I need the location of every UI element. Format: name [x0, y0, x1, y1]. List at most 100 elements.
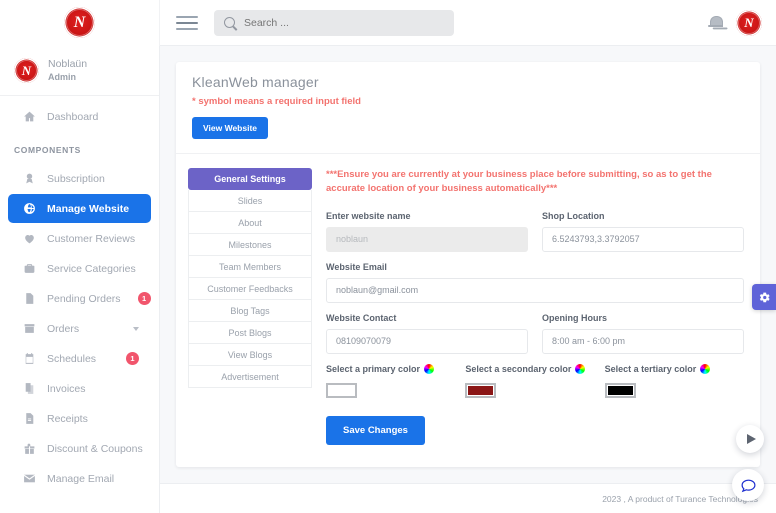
gear-icon: [759, 292, 770, 302]
sidebar-item-label: Invoices: [47, 382, 86, 395]
sidebar-item-pending-orders[interactable]: Pending Orders 1: [8, 284, 151, 313]
manager-card: KleanWeb manager * symbol means a requir…: [176, 62, 760, 467]
color-wheel-icon: [575, 363, 586, 374]
profile-role: Admin: [48, 72, 76, 83]
sidebar-item-customer-reviews[interactable]: Customer Reviews: [8, 224, 151, 253]
website-contact-input[interactable]: [326, 328, 528, 354]
copy-icon: [22, 382, 36, 396]
sidebar-item-orders[interactable]: Orders: [8, 314, 151, 343]
opening-hours-input[interactable]: [542, 328, 744, 354]
briefcase-icon: [22, 262, 36, 276]
play-button[interactable]: [736, 425, 764, 453]
secondary-color-fill: [468, 385, 494, 395]
field-tertiary-color: Select a tertiary color: [604, 363, 744, 398]
secondary-color-label: Select a secondary color: [465, 363, 572, 374]
sidebar-item-manage-email[interactable]: Manage Email: [8, 464, 151, 493]
gift-icon: [22, 442, 36, 456]
save-changes-button[interactable]: Save Changes: [326, 415, 425, 445]
tab-slides[interactable]: Slides: [188, 190, 312, 212]
profile-avatar-icon: N: [14, 58, 39, 84]
box-icon: [22, 322, 36, 336]
location-warning: ***Ensure you are currently at your busi…: [326, 169, 712, 195]
field-opening-hours: Opening Hours: [542, 313, 744, 354]
brand-logo[interactable]: N: [0, 0, 160, 46]
sidebar-item-label: Customer Reviews: [47, 232, 136, 245]
avatar-letter: N: [744, 15, 754, 30]
primary-color-label: Select a primary color: [326, 363, 421, 374]
field-label: Website Email: [326, 261, 387, 272]
tab-team-members[interactable]: Team Members: [188, 256, 312, 278]
top-bar-actions: N: [708, 9, 776, 36]
content-scroll: KleanWeb manager * symbol means a requir…: [160, 46, 776, 483]
sidebar-item-subscription[interactable]: Subscription: [8, 164, 151, 193]
settings-tab-list: General Settings Slides About Milestones…: [188, 166, 312, 445]
secondary-color-swatch[interactable]: [465, 382, 497, 398]
sidebar-item-invoices[interactable]: Invoices: [8, 374, 151, 403]
field-website-contact: Website Contact: [326, 313, 528, 354]
sidebar-section-label: COMPONENTS: [14, 145, 81, 156]
receipt-icon: [22, 412, 36, 426]
sidebar-item-manage-website[interactable]: Manage Website: [8, 194, 151, 224]
tab-view-blogs[interactable]: View Blogs: [188, 344, 312, 366]
sidebar-item-label: Subscription: [47, 172, 105, 185]
field-label: Select a primary color: [326, 363, 465, 374]
top-bar: N N: [0, 0, 776, 46]
color-pickers: Select a primary color Select a secondar…: [326, 363, 744, 398]
search-input[interactable]: [244, 16, 444, 29]
search-box[interactable]: [214, 9, 454, 36]
profile-text: Noblaün Admin: [48, 57, 87, 84]
envelope-icon: [22, 472, 36, 486]
sidebar-profile[interactable]: N Noblaün Admin: [0, 46, 159, 95]
avatar-logo-icon: N: [736, 9, 762, 36]
tab-blog-tags[interactable]: Blog Tags: [188, 300, 312, 322]
tab-customer-feedbacks[interactable]: Customer Feedbacks: [188, 278, 312, 300]
settings-toggle-button[interactable]: [752, 284, 776, 310]
sidebar-item-receipts[interactable]: Receipts: [8, 404, 151, 433]
avatar[interactable]: N: [736, 9, 762, 36]
view-website-button[interactable]: View Website: [192, 117, 269, 139]
page-title: KleanWeb manager: [192, 74, 319, 90]
chevron-down-icon: [133, 326, 139, 331]
bell-icon[interactable]: [708, 15, 723, 30]
sidebar-item-label: Manage Email: [47, 472, 115, 485]
tab-milestones[interactable]: Milestones: [188, 234, 312, 256]
tab-general-settings[interactable]: General Settings: [188, 168, 312, 190]
field-shop-location: Shop Location: [542, 211, 744, 252]
sidebar-item-service-categories[interactable]: Service Categories: [8, 254, 151, 283]
primary-color-swatch[interactable]: [326, 382, 357, 398]
sidebar-item-dashboard[interactable]: Dashboard: [8, 102, 151, 131]
website-name-input[interactable]: [326, 226, 528, 252]
field-label: Website Contact: [326, 312, 397, 323]
sidebar-item-schedules[interactable]: Schedules 1: [8, 344, 151, 373]
field-secondary-color: Select a secondary color: [465, 363, 604, 398]
color-wheel-icon: [700, 363, 711, 374]
search-container: [214, 9, 454, 36]
logo-letter: N: [73, 13, 86, 31]
company-logo-icon: N: [64, 7, 95, 38]
sidebar-item-label: Discount & Coupons: [47, 442, 143, 455]
field-label: Select a secondary color: [465, 363, 604, 374]
shop-location-input[interactable]: [542, 226, 744, 252]
file-icon: [22, 292, 36, 306]
website-email-input[interactable]: [326, 277, 744, 303]
chat-button[interactable]: [732, 469, 764, 501]
calendar-icon: [22, 352, 36, 366]
hamburger-bar: [176, 21, 198, 24]
color-wheel-icon: [424, 363, 435, 374]
tab-about[interactable]: About: [188, 212, 312, 234]
status-badge: 1: [126, 352, 139, 366]
tab-post-blogs[interactable]: Post Blogs: [188, 322, 312, 344]
profile-avatar-letter: N: [21, 63, 32, 79]
sidebar-item-label: Pending Orders: [47, 292, 121, 305]
status-badge: 1: [137, 292, 151, 306]
primary-color-fill: [329, 385, 354, 395]
tertiary-color-swatch[interactable]: [604, 382, 636, 398]
sidebar-item-discount-coupons[interactable]: Discount & Coupons: [8, 434, 151, 463]
play-icon: [746, 434, 756, 444]
sidebar-item-label: Receipts: [47, 412, 88, 425]
hamburger-icon[interactable]: [176, 12, 198, 34]
tab-advertisement[interactable]: Advertisement: [188, 366, 312, 388]
required-field-note: * symbol means a required input field: [192, 96, 361, 107]
content-area: KleanWeb manager * symbol means a requir…: [160, 46, 776, 513]
form-row: Website Email: [326, 262, 744, 303]
